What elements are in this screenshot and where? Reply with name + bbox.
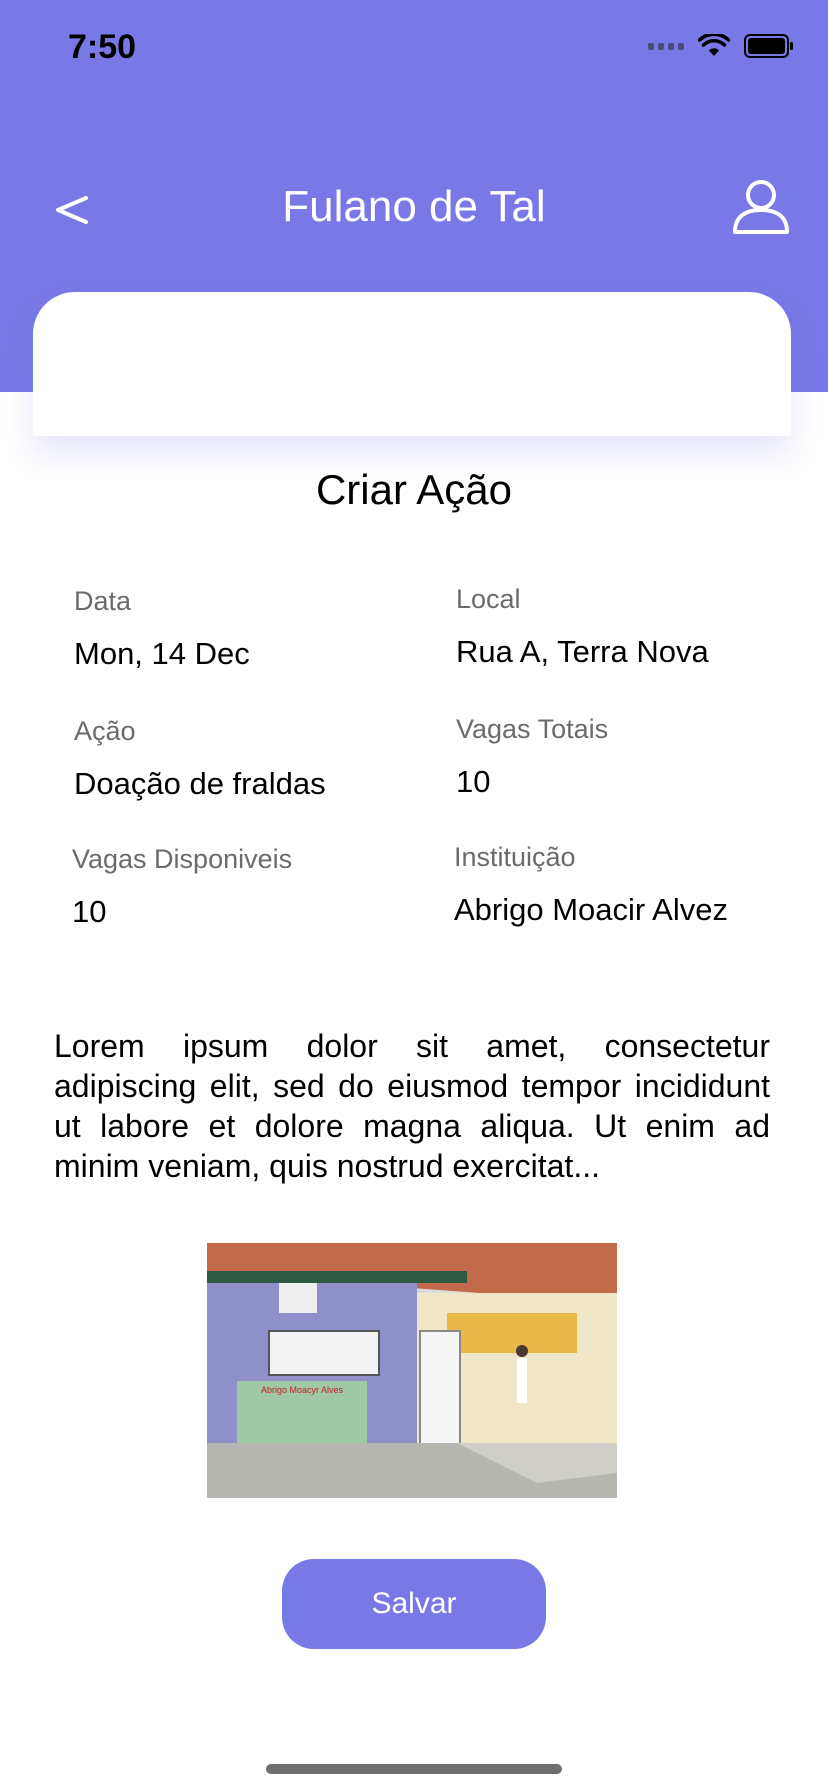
- save-button[interactable]: Salvar: [282, 1559, 546, 1649]
- field-label-data: Data: [74, 586, 132, 616]
- field-value-data[interactable]: Mon, 14 Dec: [74, 636, 250, 672]
- status-time: 7:50: [68, 28, 137, 66]
- description-text: Lorem ipsum dolor sit amet, consectetur …: [54, 1028, 770, 1184]
- header-title: Fulano de Tal: [282, 182, 546, 231]
- field-label-acao: Ação: [74, 716, 136, 746]
- institution-photo: Abrigo Moacyr Alves: [207, 1243, 617, 1498]
- field-value-vagas-disponiveis[interactable]: 10: [72, 894, 106, 930]
- page-title: Criar Ação: [315, 466, 513, 513]
- home-indicator[interactable]: [266, 1764, 562, 1774]
- field-value-vagas-totais[interactable]: 10: [456, 764, 490, 800]
- wifi-icon: [698, 34, 730, 56]
- photo-sign-text: Abrigo Moacyr Alves: [261, 1385, 344, 1395]
- signal-icon: [648, 42, 684, 50]
- field-value-acao[interactable]: Doação de fraldas: [74, 766, 326, 802]
- user-icon: [733, 180, 789, 234]
- field-label-instituicao: Instituição: [454, 842, 576, 872]
- field-label-local: Local: [456, 584, 521, 614]
- field-label-vagas-disponiveis: Vagas Disponiveis: [72, 844, 293, 874]
- battery-icon: [744, 34, 793, 58]
- field-value-instituicao[interactable]: Abrigo Moacir Alvez: [454, 892, 728, 928]
- profile-button[interactable]: [730, 176, 792, 238]
- field-label-vagas-totais: Vagas Totais: [456, 714, 609, 744]
- status-icons: [648, 34, 794, 58]
- header-card: [33, 292, 791, 436]
- field-value-local[interactable]: Rua A, Terra Nova: [456, 634, 709, 670]
